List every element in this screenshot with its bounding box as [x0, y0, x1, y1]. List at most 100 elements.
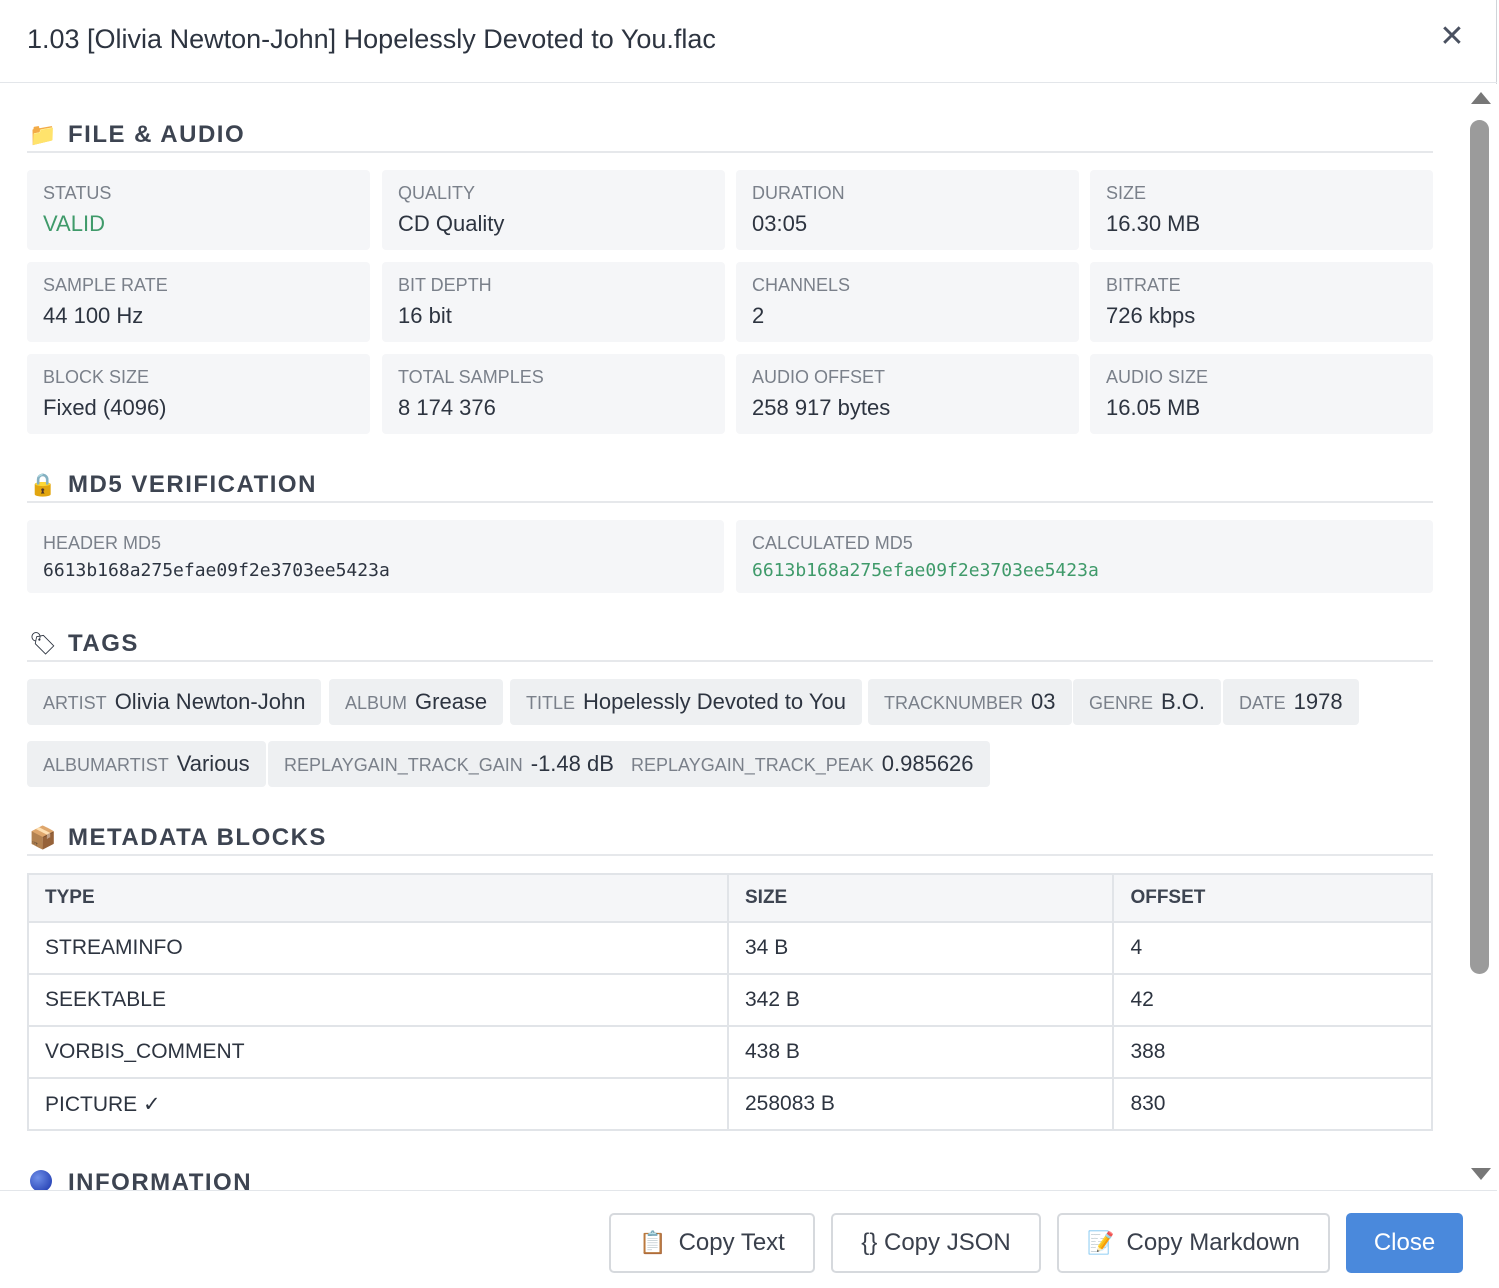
info-card: TOTAL SAMPLES 8 174 376: [382, 354, 725, 434]
info-card-label: BIT DEPTH: [398, 275, 492, 295]
cell-type: PICTURE ✓: [27, 1077, 729, 1131]
table-row: STREAMINFO 34 B 4: [27, 921, 1433, 975]
header-md5-value: 6613b168a275efae09f2e3703ee5423a: [43, 560, 390, 581]
metadata-blocks-table: TYPE SIZE OFFSET STREAMINFO 34 B 4 SEEKT…: [27, 873, 1433, 1131]
tag-key: ALBUM: [345, 693, 408, 713]
calculated-md5-value: 6613b168a275efae09f2e3703ee5423a: [752, 560, 1099, 581]
close-button[interactable]: Close: [1346, 1213, 1463, 1273]
cell-offset: 4: [1112, 921, 1433, 975]
info-card: CHANNELS 2: [736, 262, 1079, 342]
copy-text-label: Copy Text: [678, 1229, 785, 1256]
status-value: VALID: [43, 211, 105, 236]
info-card: SIZE 16.30 MB: [1090, 170, 1433, 250]
column-header-type: TYPE: [27, 873, 729, 923]
scrollbar-thumb[interactable]: [1470, 120, 1489, 974]
dialog-header: 1.03 [Olivia Newton-John] Hopelessly Dev…: [0, 0, 1497, 83]
tag-icon: 🏷: [29, 631, 57, 656]
tag-value: Various: [176, 751, 250, 776]
tag-chip: DATE 1978: [1223, 679, 1359, 725]
dialog-title: 1.03 [Olivia Newton-John] Hopelessly Dev…: [27, 24, 716, 54]
calculated-md5-card: CALCULATED MD5 6613b168a275efae09f2e3703…: [736, 520, 1433, 593]
dialog-body[interactable]: 📁 FILE & AUDIO STATUS VALID QUALITY CD Qual…: [0, 84, 1466, 1190]
cell-type: SEEKTABLE: [27, 973, 729, 1027]
section-metadata-blocks: 📦 METADATA BLOCKS: [27, 812, 1433, 856]
info-card: BLOCK SIZE Fixed (4096): [27, 354, 370, 434]
cell-offset: 42: [1112, 973, 1433, 1027]
info-card-value: Fixed (4096): [43, 395, 167, 420]
tag-key: TRACKNUMBER: [884, 693, 1024, 713]
info-card-label: AUDIO SIZE: [1106, 367, 1209, 387]
cell-size: 342 B: [726, 973, 1115, 1027]
vertical-scrollbar[interactable]: [1466, 84, 1497, 1190]
table-row: SEEKTABLE 342 B 42: [27, 973, 1433, 1027]
cell-size: 258083 B: [726, 1077, 1115, 1131]
info-card-value: 16.30 MB: [1106, 211, 1201, 236]
memo-icon: 📝: [1087, 1230, 1115, 1255]
info-card-value: 2: [752, 303, 765, 328]
tag-key: ALBUMARTIST: [43, 755, 169, 775]
dialog-footer: 📋 Copy Text {} Copy JSON 📝 Copy Markdown…: [0, 1190, 1497, 1288]
copy-json-button[interactable]: {} Copy JSON: [831, 1213, 1041, 1273]
info-card: BIT DEPTH 16 bit: [382, 262, 725, 342]
info-card: DURATION 03:05: [736, 170, 1079, 250]
cell-size: 438 B: [726, 1025, 1115, 1079]
table-header-row: TYPE SIZE OFFSET: [27, 873, 1433, 923]
close-icon[interactable]: ✕: [1436, 18, 1468, 56]
tag-value: Olivia Newton-John: [114, 689, 306, 714]
folder-icon: 📁: [29, 122, 57, 147]
cell-type: VORBIS_COMMENT: [27, 1025, 729, 1079]
calculated-md5-label: CALCULATED MD5: [752, 533, 913, 553]
section-md5: 🔒 MD5 VERIFICATION: [27, 459, 1433, 503]
info-card-label: TOTAL SAMPLES: [398, 367, 544, 387]
tag-key: REPLAYGAIN_TRACK_PEAK: [631, 755, 874, 775]
copy-markdown-button[interactable]: 📝 Copy Markdown: [1057, 1213, 1330, 1273]
section-title: TAGS: [68, 630, 139, 657]
info-card: QUALITY CD Quality: [382, 170, 725, 250]
package-icon: 📦: [29, 825, 57, 850]
copy-markdown-label: Copy Markdown: [1126, 1229, 1300, 1256]
tag-value: Grease: [415, 689, 488, 714]
cell-size: 34 B: [726, 921, 1115, 975]
tag-chip: REPLAYGAIN_TRACK_PEAK 0.985626: [615, 741, 990, 787]
info-card: STATUS VALID: [27, 170, 370, 250]
tag-key: GENRE: [1089, 693, 1154, 713]
info-card-value: 44 100 Hz: [43, 303, 144, 328]
section-tags: 🏷 TAGS: [27, 618, 1433, 662]
info-card-value: 726 kbps: [1106, 303, 1196, 328]
lock-icon: 🔒: [29, 472, 57, 497]
section-title: METADATA BLOCKS: [68, 824, 327, 851]
column-header-offset: OFFSET: [1112, 873, 1433, 923]
info-card-value: 16 bit: [398, 303, 452, 328]
cell-offset: 388: [1112, 1025, 1433, 1079]
cell-type: STREAMINFO: [27, 921, 729, 975]
header-md5-card: HEADER MD5 6613b168a275efae09f2e3703ee54…: [27, 520, 724, 593]
tag-chip: ALBUM Grease: [329, 679, 504, 725]
tag-value: 1978: [1293, 689, 1343, 714]
cell-offset: 830: [1112, 1077, 1433, 1131]
tag-value: 0.985626: [881, 751, 974, 776]
tag-value: 03: [1031, 689, 1056, 714]
tag-key: ARTIST: [43, 693, 107, 713]
info-card-label: STATUS: [43, 183, 112, 203]
section-title: INFORMATION: [68, 1169, 253, 1190]
tag-key: TITLE: [526, 693, 576, 713]
tag-chip: REPLAYGAIN_TRACK_GAIN -1.48 dB: [268, 741, 630, 787]
tag-value: Hopelessly Devoted to You: [583, 689, 846, 714]
section-file-audio: 📁 FILE & AUDIO: [27, 109, 1433, 153]
copy-text-button[interactable]: 📋 Copy Text: [609, 1213, 815, 1273]
info-card-label: DURATION: [752, 183, 845, 203]
tag-value: B.O.: [1161, 689, 1206, 714]
tag-chip: ARTIST Olivia Newton-John: [27, 679, 322, 725]
info-card-value: CD Quality: [398, 211, 505, 236]
tag-key: DATE: [1239, 693, 1286, 713]
scroll-down-arrow-icon[interactable]: [1471, 1168, 1491, 1180]
tag-chip: TITLE Hopelessly Devoted to You: [510, 679, 862, 725]
info-card: SAMPLE RATE 44 100 Hz: [27, 262, 370, 342]
info-card-label: QUALITY: [398, 183, 476, 203]
info-card-value: 03:05: [752, 211, 808, 236]
copy-json-label: {} Copy JSON: [861, 1229, 1011, 1256]
scroll-up-arrow-icon[interactable]: [1471, 92, 1491, 104]
info-card-label: BITRATE: [1106, 275, 1181, 295]
column-header-size: SIZE: [726, 873, 1115, 923]
table-row: VORBIS_COMMENT 438 B 388: [27, 1025, 1433, 1079]
